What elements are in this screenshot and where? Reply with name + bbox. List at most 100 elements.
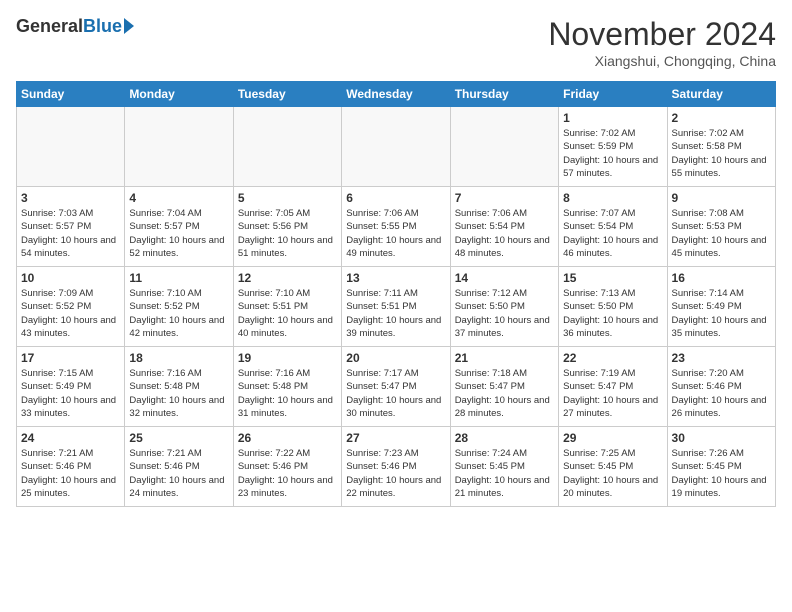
day-info: Sunrise: 7:09 AM Sunset: 5:52 PM Dayligh… — [21, 287, 120, 340]
calendar-cell: 16 Sunrise: 7:14 AM Sunset: 5:49 PM Dayli… — [667, 267, 775, 347]
day-info: Sunrise: 7:17 AM Sunset: 5:47 PM Dayligh… — [346, 367, 445, 420]
day-number: 10 — [21, 271, 120, 285]
calendar-cell — [125, 107, 233, 187]
day-number: 11 — [129, 271, 228, 285]
day-info: Sunrise: 7:21 AM Sunset: 5:46 PM Dayligh… — [21, 447, 120, 500]
day-number: 6 — [346, 191, 445, 205]
calendar-cell: 21 Sunrise: 7:18 AM Sunset: 5:47 PM Dayli… — [450, 347, 558, 427]
day-number: 20 — [346, 351, 445, 365]
calendar-cell: 11 Sunrise: 7:10 AM Sunset: 5:52 PM Dayli… — [125, 267, 233, 347]
day-info: Sunrise: 7:18 AM Sunset: 5:47 PM Dayligh… — [455, 367, 554, 420]
logo-general-text: General — [16, 16, 83, 37]
day-number: 25 — [129, 431, 228, 445]
calendar-cell: 17 Sunrise: 7:15 AM Sunset: 5:49 PM Dayli… — [17, 347, 125, 427]
calendar-cell: 24 Sunrise: 7:21 AM Sunset: 5:46 PM Dayli… — [17, 427, 125, 507]
week-row: 17 Sunrise: 7:15 AM Sunset: 5:49 PM Dayli… — [17, 347, 776, 427]
day-of-week-header: Tuesday — [233, 82, 341, 107]
calendar-cell — [233, 107, 341, 187]
calendar-cell: 5 Sunrise: 7:05 AM Sunset: 5:56 PM Daylig… — [233, 187, 341, 267]
day-info: Sunrise: 7:14 AM Sunset: 5:49 PM Dayligh… — [672, 287, 771, 340]
day-number: 17 — [21, 351, 120, 365]
calendar-cell: 25Sunrise: 7:21 AM Sunset: 5:46 PM Dayli… — [125, 427, 233, 507]
day-info: Sunrise: 7:06 AM Sunset: 5:55 PM Dayligh… — [346, 207, 445, 260]
day-number: 19 — [238, 351, 337, 365]
day-number: 3 — [21, 191, 120, 205]
calendar-header-row: SundayMondayTuesdayWednesdayThursdayFrid… — [17, 82, 776, 107]
calendar-cell: 6 Sunrise: 7:06 AM Sunset: 5:55 PM Daylig… — [342, 187, 450, 267]
week-row: 24 Sunrise: 7:21 AM Sunset: 5:46 PM Dayli… — [17, 427, 776, 507]
calendar-cell: 22 Sunrise: 7:19 AM Sunset: 5:47 PM Dayli… — [559, 347, 667, 427]
calendar-cell: 8 Sunrise: 7:07 AM Sunset: 5:54 PM Daylig… — [559, 187, 667, 267]
day-number: 27 — [346, 431, 445, 445]
day-number: 14 — [455, 271, 554, 285]
calendar-cell — [450, 107, 558, 187]
day-info: Sunrise: 7:24 AM Sunset: 5:45 PM Dayligh… — [455, 447, 554, 500]
week-row: 1 Sunrise: 7:02 AM Sunset: 5:59 PM Daylig… — [17, 107, 776, 187]
calendar-cell: 26 Sunrise: 7:22 AM Sunset: 5:46 PM Dayli… — [233, 427, 341, 507]
day-info: Sunrise: 7:13 AM Sunset: 5:50 PM Dayligh… — [563, 287, 662, 340]
day-number: 23 — [672, 351, 771, 365]
day-info: Sunrise: 7:08 AM Sunset: 5:53 PM Dayligh… — [672, 207, 771, 260]
calendar-cell: 28 Sunrise: 7:24 AM Sunset: 5:45 PM Dayli… — [450, 427, 558, 507]
calendar-cell: 9 Sunrise: 7:08 AM Sunset: 5:53 PM Daylig… — [667, 187, 775, 267]
logo-blue-text: Blue — [83, 16, 122, 37]
day-number: 30 — [672, 431, 771, 445]
day-number: 5 — [238, 191, 337, 205]
day-info: Sunrise: 7:11 AM Sunset: 5:51 PM Dayligh… — [346, 287, 445, 340]
day-info: Sunrise: 7:23 AM Sunset: 5:46 PM Dayligh… — [346, 447, 445, 500]
day-number: 15 — [563, 271, 662, 285]
day-info: Sunrise: 7:10 AM Sunset: 5:51 PM Dayligh… — [238, 287, 337, 340]
calendar-cell: 4 Sunrise: 7:04 AM Sunset: 5:57 PM Daylig… — [125, 187, 233, 267]
day-of-week-header: Friday — [559, 82, 667, 107]
day-info: Sunrise: 7:02 AM Sunset: 5:58 PM Dayligh… — [672, 127, 771, 180]
day-info: Sunrise: 7:04 AM Sunset: 5:57 PM Dayligh… — [129, 207, 228, 260]
calendar-cell — [17, 107, 125, 187]
day-number: 21 — [455, 351, 554, 365]
day-number: 7 — [455, 191, 554, 205]
day-number: 16 — [672, 271, 771, 285]
day-info: Sunrise: 7:16 AM Sunset: 5:48 PM Dayligh… — [238, 367, 337, 420]
day-number: 22 — [563, 351, 662, 365]
day-info: Sunrise: 7:05 AM Sunset: 5:56 PM Dayligh… — [238, 207, 337, 260]
day-info: Sunrise: 7:19 AM Sunset: 5:47 PM Dayligh… — [563, 367, 662, 420]
day-number: 4 — [129, 191, 228, 205]
day-info: Sunrise: 7:26 AM Sunset: 5:45 PM Dayligh… — [672, 447, 771, 500]
day-number: 2 — [672, 111, 771, 125]
calendar-cell: 14Sunrise: 7:12 AM Sunset: 5:50 PM Dayli… — [450, 267, 558, 347]
day-number: 1 — [563, 111, 662, 125]
day-info: Sunrise: 7:03 AM Sunset: 5:57 PM Dayligh… — [21, 207, 120, 260]
month-title: November 2024 — [548, 16, 776, 53]
day-info: Sunrise: 7:16 AM Sunset: 5:48 PM Dayligh… — [129, 367, 228, 420]
day-info: Sunrise: 7:15 AM Sunset: 5:49 PM Dayligh… — [21, 367, 120, 420]
calendar-cell: 10 Sunrise: 7:09 AM Sunset: 5:52 PM Dayli… — [17, 267, 125, 347]
calendar-cell: 20 Sunrise: 7:17 AM Sunset: 5:47 PM Dayli… — [342, 347, 450, 427]
calendar-cell: 12 Sunrise: 7:10 AM Sunset: 5:51 PM Dayli… — [233, 267, 341, 347]
day-number: 26 — [238, 431, 337, 445]
day-number: 28 — [455, 431, 554, 445]
calendar-cell: 18 Sunrise: 7:16 AM Sunset: 5:48 PM Dayli… — [125, 347, 233, 427]
logo-arrow-icon — [124, 18, 134, 34]
day-info: Sunrise: 7:20 AM Sunset: 5:46 PM Dayligh… — [672, 367, 771, 420]
day-info: Sunrise: 7:07 AM Sunset: 5:54 PM Dayligh… — [563, 207, 662, 260]
calendar-cell: 2 Sunrise: 7:02 AM Sunset: 5:58 PM Daylig… — [667, 107, 775, 187]
day-of-week-header: Saturday — [667, 82, 775, 107]
day-number: 9 — [672, 191, 771, 205]
location-subtitle: Xiangshui, Chongqing, China — [548, 53, 776, 69]
day-number: 12 — [238, 271, 337, 285]
day-info: Sunrise: 7:22 AM Sunset: 5:46 PM Dayligh… — [238, 447, 337, 500]
day-number: 8 — [563, 191, 662, 205]
title-block: November 2024 Xiangshui, Chongqing, Chin… — [548, 16, 776, 69]
calendar-table: SundayMondayTuesdayWednesdayThursdayFrid… — [16, 81, 776, 507]
page-header: General Blue November 2024 Xiangshui, Ch… — [16, 16, 776, 69]
calendar-cell: 7Sunrise: 7:06 AM Sunset: 5:54 PM Daylig… — [450, 187, 558, 267]
day-info: Sunrise: 7:02 AM Sunset: 5:59 PM Dayligh… — [563, 127, 662, 180]
day-of-week-header: Wednesday — [342, 82, 450, 107]
calendar-cell: 29Sunrise: 7:25 AM Sunset: 5:45 PM Dayli… — [559, 427, 667, 507]
calendar-cell — [342, 107, 450, 187]
day-of-week-header: Sunday — [17, 82, 125, 107]
week-row: 10 Sunrise: 7:09 AM Sunset: 5:52 PM Dayli… — [17, 267, 776, 347]
day-number: 24 — [21, 431, 120, 445]
day-info: Sunrise: 7:10 AM Sunset: 5:52 PM Dayligh… — [129, 287, 228, 340]
logo: General Blue — [16, 16, 134, 37]
day-number: 18 — [129, 351, 228, 365]
